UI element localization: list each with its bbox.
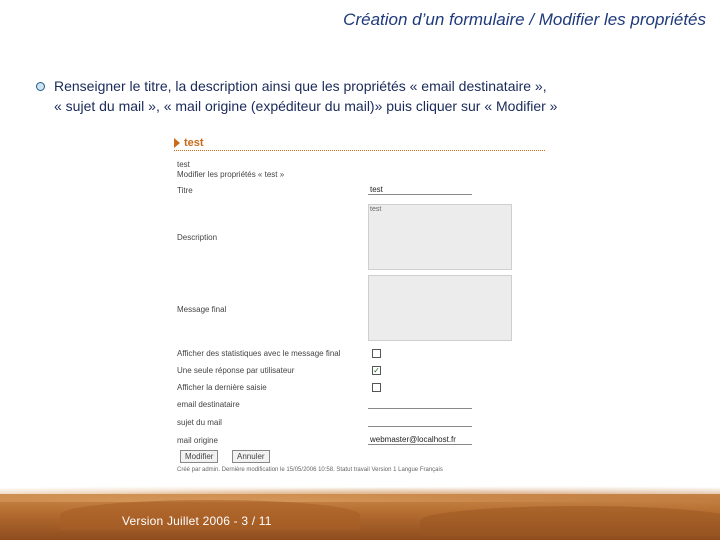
- email-label: email destinataire: [177, 400, 240, 409]
- form-subtitle: Modifier les propriétés « test »: [177, 170, 285, 179]
- stats-checkbox[interactable]: [372, 349, 381, 358]
- cancel-button[interactable]: Annuler: [232, 450, 270, 463]
- form-footer-note: Créé par admin. Dernière modification le…: [177, 467, 443, 473]
- origin-label: mail origine: [177, 436, 218, 445]
- email-input[interactable]: [368, 398, 472, 409]
- checkmark-icon: ✓: [373, 366, 380, 375]
- form-heading: test: [174, 137, 204, 149]
- description-label: Description: [177, 233, 218, 242]
- last-entry-label: Afficher la dernière saisie: [177, 383, 267, 392]
- stats-label: Afficher des statistiques avec le messag…: [177, 349, 341, 358]
- modify-button[interactable]: Modifier: [180, 450, 219, 463]
- arrow-right-icon: [174, 138, 180, 148]
- bullet-line-1: Renseigner le titre, la description ains…: [54, 78, 547, 94]
- message-final-textarea[interactable]: [368, 275, 512, 341]
- heading-divider: [174, 150, 545, 151]
- bullet-dot-icon: [36, 82, 45, 91]
- description-textarea[interactable]: test: [368, 204, 512, 270]
- titre-input[interactable]: [368, 184, 472, 195]
- desert-dunes-banner: Version Juillet 2006 - 3 / 11: [0, 486, 720, 540]
- titre-label: Titre: [177, 186, 193, 195]
- slide-title: Création d’un formulaire / Modifier les …: [343, 10, 706, 29]
- slide-footer: Version Juillet 2006 - 3 / 11: [122, 514, 272, 528]
- dune-ridge: [420, 506, 720, 536]
- last-entry-checkbox[interactable]: [372, 383, 381, 392]
- breadcrumb[interactable]: test: [177, 160, 190, 169]
- bullet-line-2: « sujet du mail », « mail origine (expéd…: [54, 98, 558, 114]
- one-reply-label: Une seule réponse par utilisateur: [177, 366, 295, 375]
- form-screenshot: test test Modifier les propriétés « test…: [172, 134, 547, 476]
- origin-input[interactable]: [368, 434, 472, 445]
- one-reply-checkbox[interactable]: ✓: [372, 366, 381, 375]
- instruction-bullet: Renseigner le titre, la description ains…: [36, 76, 708, 116]
- subject-label: sujet du mail: [177, 418, 222, 427]
- message-final-label: Message final: [177, 305, 227, 314]
- subject-input[interactable]: [368, 416, 472, 427]
- form-heading-title: test: [184, 137, 204, 149]
